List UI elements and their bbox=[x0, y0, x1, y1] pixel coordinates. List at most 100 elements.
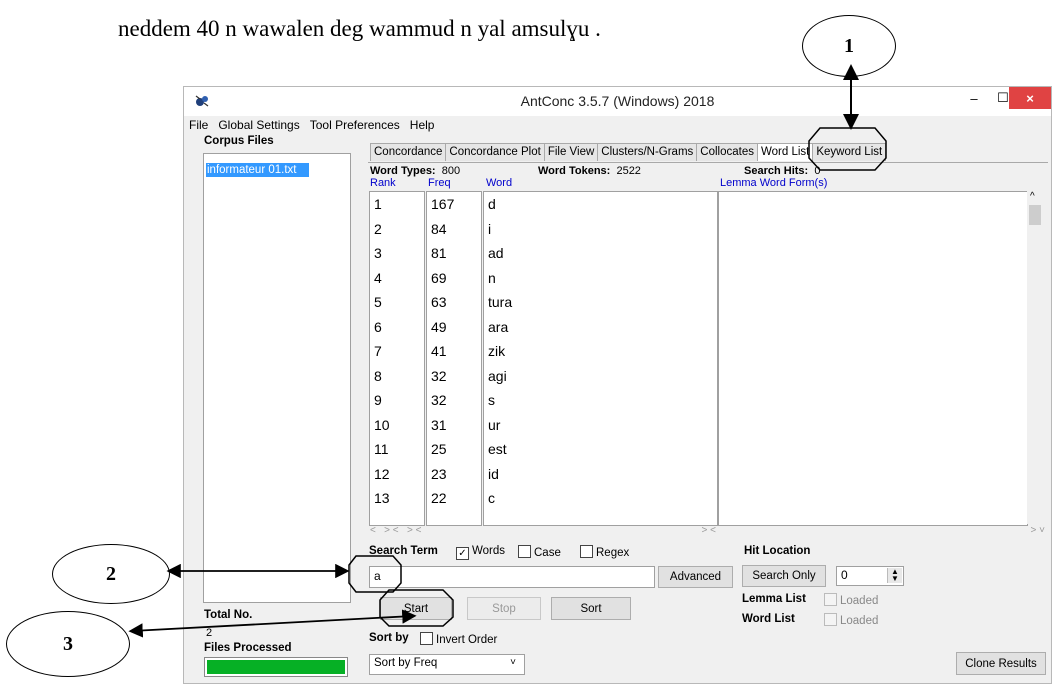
tab-file-view[interactable]: File View bbox=[543, 143, 599, 161]
word-cell[interactable]: est bbox=[484, 437, 717, 462]
word-cell[interactable]: s bbox=[484, 388, 717, 413]
rank-cell[interactable]: 3 bbox=[370, 241, 424, 266]
word-cell[interactable]: i bbox=[484, 217, 717, 242]
freq-cell[interactable]: 32 bbox=[427, 364, 481, 389]
scroll-up-icon[interactable]: ^ bbox=[1030, 191, 1035, 202]
freq-cell[interactable]: 41 bbox=[427, 339, 481, 364]
search-term-input[interactable]: a bbox=[369, 566, 655, 588]
word-cell[interactable]: n bbox=[484, 266, 717, 291]
word-cell[interactable]: tura bbox=[484, 290, 717, 315]
lemma-header[interactable]: Lemma Word Form(s) bbox=[720, 177, 827, 189]
horizontal-scrollbar-right[interactable]: > ˅ bbox=[720, 525, 1045, 537]
words-checkbox[interactable]: ✓ bbox=[456, 547, 469, 560]
freq-column[interactable]: 167 84 81 69 63 49 41 32 32 31 25 23 22 bbox=[426, 191, 482, 526]
start-button[interactable]: Start bbox=[380, 597, 452, 620]
sort-button[interactable]: Sort bbox=[551, 597, 631, 620]
case-checkbox[interactable] bbox=[518, 545, 531, 558]
lemma-list-label: Lemma List bbox=[742, 593, 806, 605]
hit-location-spinner[interactable]: 0 ▲ ▼ bbox=[836, 566, 904, 586]
menu-global-settings[interactable]: Global Settings bbox=[213, 117, 304, 133]
regex-option[interactable]: Regex bbox=[574, 545, 629, 559]
search-only-button[interactable]: Search Only bbox=[742, 565, 826, 587]
rank-cell[interactable]: 12 bbox=[370, 462, 424, 487]
close-icon[interactable]: × bbox=[1009, 87, 1051, 109]
word-cell[interactable]: d bbox=[484, 192, 717, 217]
tool-tabs: Concordance Concordance Plot File View C… bbox=[370, 143, 887, 161]
corpus-file-list[interactable]: informateur 01.txt bbox=[203, 153, 351, 603]
word-column[interactable]: d i ad n tura ara zik agi s ur est id c bbox=[483, 191, 718, 526]
advanced-button[interactable]: Advanced bbox=[658, 566, 733, 588]
rank-cell[interactable]: 6 bbox=[370, 315, 424, 340]
words-option[interactable]: ✓ Words bbox=[450, 545, 505, 560]
regex-checkbox-label: Regex bbox=[596, 547, 630, 559]
freq-cell[interactable]: 69 bbox=[427, 266, 481, 291]
rank-column[interactable]: 1 2 3 4 5 6 7 8 9 10 11 12 13 bbox=[369, 191, 425, 526]
rank-cell[interactable]: 1 bbox=[370, 192, 424, 217]
freq-cell[interactable]: 32 bbox=[427, 388, 481, 413]
rank-cell[interactable]: 13 bbox=[370, 486, 424, 511]
total-no-value: 2 bbox=[206, 627, 213, 639]
freq-header[interactable]: Freq bbox=[428, 177, 451, 189]
tab-keyword-list[interactable]: Keyword List bbox=[812, 143, 887, 161]
case-option[interactable]: Case bbox=[512, 545, 561, 559]
spinner-arrows-icon[interactable]: ▲ ▼ bbox=[887, 568, 902, 583]
stop-button[interactable]: Stop bbox=[467, 597, 541, 620]
corpus-file-item[interactable]: informateur 01.txt bbox=[206, 163, 309, 177]
menu-help[interactable]: Help bbox=[405, 117, 440, 133]
tab-clusters[interactable]: Clusters/N-Grams bbox=[597, 143, 698, 161]
invert-order-checkbox[interactable] bbox=[420, 632, 433, 645]
rank-cell[interactable]: 8 bbox=[370, 364, 424, 389]
rank-cell[interactable]: 9 bbox=[370, 388, 424, 413]
hit-location-label: Hit Location bbox=[744, 545, 811, 557]
rank-cell[interactable]: 10 bbox=[370, 413, 424, 438]
search-hits-stat: Search Hits: 0 bbox=[744, 165, 820, 177]
freq-cell[interactable]: 22 bbox=[427, 486, 481, 511]
freq-cell[interactable]: 23 bbox=[427, 462, 481, 487]
word-list-loaded-option: Loaded bbox=[818, 613, 878, 627]
rank-cell[interactable]: 5 bbox=[370, 290, 424, 315]
word-cell[interactable]: zik bbox=[484, 339, 717, 364]
antconc-window: AntConc 3.5.7 (Windows) 2018 – ☐ × File … bbox=[183, 86, 1052, 684]
freq-cell[interactable]: 84 bbox=[427, 217, 481, 242]
corpus-files-label: Corpus Files bbox=[204, 135, 274, 147]
vertical-scrollbar[interactable]: ^ bbox=[1027, 191, 1043, 524]
word-cell[interactable]: agi bbox=[484, 364, 717, 389]
sort-by-select[interactable]: Sort by Freq ˅ bbox=[369, 654, 525, 675]
word-cell[interactable]: c bbox=[484, 486, 717, 511]
word-cell[interactable]: ara bbox=[484, 315, 717, 340]
clone-results-button[interactable]: Clone Results bbox=[956, 652, 1046, 675]
menu-tool-preferences[interactable]: Tool Preferences bbox=[305, 117, 405, 133]
word-list-panel: Word Types: 800 Word Tokens: 2522 Search… bbox=[368, 162, 1048, 682]
word-cell[interactable]: ur bbox=[484, 413, 717, 438]
search-term-label: Search Term bbox=[369, 545, 438, 557]
freq-cell[interactable]: 63 bbox=[427, 290, 481, 315]
tab-word-list[interactable]: Word List bbox=[757, 143, 814, 161]
rank-cell[interactable]: 11 bbox=[370, 437, 424, 462]
rank-cell[interactable]: 7 bbox=[370, 339, 424, 364]
window-title: AntConc 3.5.7 (Windows) 2018 bbox=[520, 93, 715, 109]
regex-checkbox[interactable] bbox=[580, 545, 593, 558]
scroll-thumb[interactable] bbox=[1029, 205, 1041, 225]
rank-cell[interactable]: 2 bbox=[370, 217, 424, 242]
minimize-icon[interactable]: – bbox=[960, 87, 988, 109]
menu-file[interactable]: File bbox=[184, 117, 213, 133]
tab-concordance[interactable]: Concordance bbox=[370, 143, 447, 161]
word-header[interactable]: Word bbox=[486, 177, 512, 189]
freq-cell[interactable]: 25 bbox=[427, 437, 481, 462]
rank-cell[interactable]: 4 bbox=[370, 266, 424, 291]
freq-cell[interactable]: 49 bbox=[427, 315, 481, 340]
word-cell[interactable]: id bbox=[484, 462, 717, 487]
callout-2: 2 bbox=[52, 544, 170, 604]
tab-collocates[interactable]: Collocates bbox=[696, 143, 758, 161]
callout-1: 1 bbox=[802, 15, 896, 77]
rank-header[interactable]: Rank bbox=[370, 177, 396, 189]
lemma-column[interactable] bbox=[718, 191, 1028, 526]
word-cell[interactable]: ad bbox=[484, 241, 717, 266]
freq-cell[interactable]: 167 bbox=[427, 192, 481, 217]
invert-order-option[interactable]: Invert Order bbox=[414, 632, 497, 646]
freq-cell[interactable]: 81 bbox=[427, 241, 481, 266]
freq-cell[interactable]: 31 bbox=[427, 413, 481, 438]
left-panel: Corpus Files informateur 01.txt Total No… bbox=[184, 133, 370, 681]
tab-concordance-plot[interactable]: Concordance Plot bbox=[445, 143, 545, 161]
horizontal-scrollbar-left[interactable]: < > < > < > < bbox=[370, 525, 716, 537]
